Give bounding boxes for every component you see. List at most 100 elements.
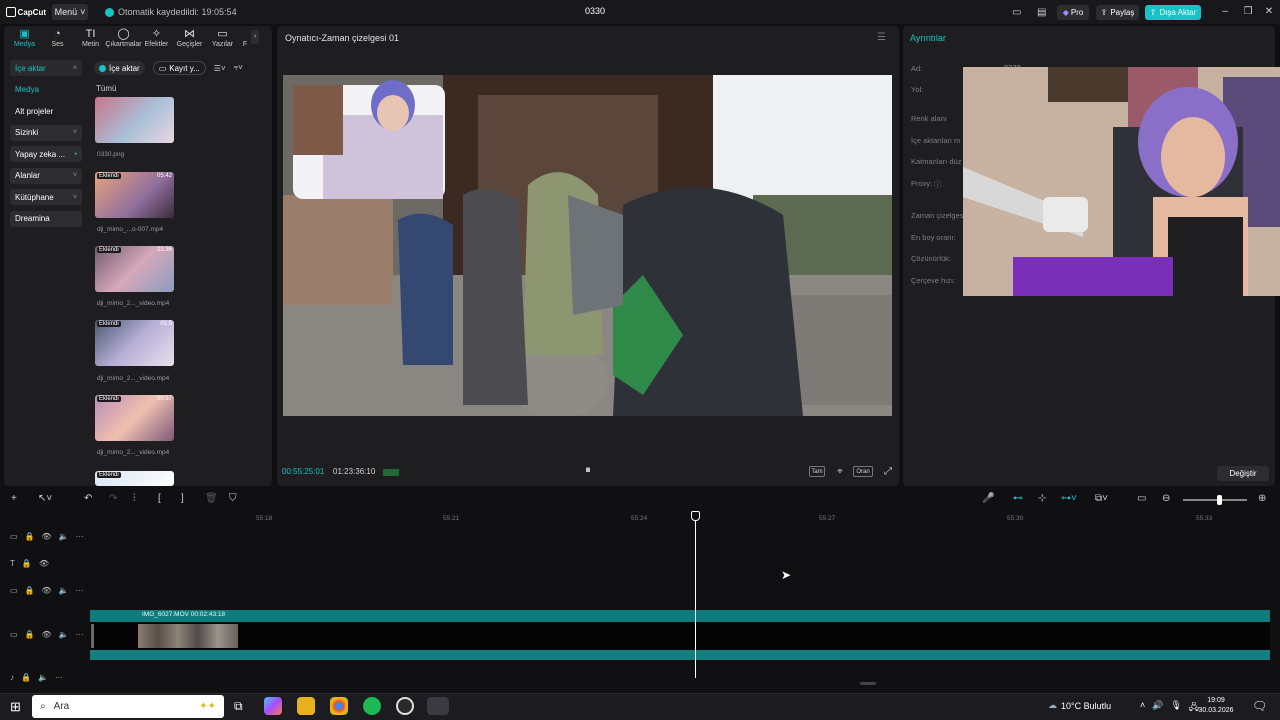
sidebar-item-yours[interactable]: Sizinki ˅ [10, 124, 82, 141]
eye-icon[interactable]: 👁 [42, 586, 52, 595]
speaker-icon[interactable]: 🔈 [38, 673, 48, 682]
eye-icon[interactable]: 👁 [42, 532, 52, 541]
microphone-icon[interactable]: 🎤 [982, 493, 994, 504]
clock[interactable]: 19:09 30.03.2026 [1196, 696, 1236, 716]
maximize-icon[interactable]: ❐ [1237, 4, 1259, 20]
tab-filters[interactable]: F [239, 26, 251, 52]
capcut-taskbar-icon[interactable] [427, 697, 449, 715]
playhead-handle[interactable] [691, 511, 700, 521]
undo-icon[interactable]: ↶ [84, 493, 92, 504]
main-track-icon[interactable]: ⊶˅ [1061, 493, 1077, 504]
windows-start-icon[interactable]: ⊞ [10, 699, 21, 715]
video-preview[interactable] [283, 75, 892, 416]
eye-icon[interactable]: 👁 [42, 630, 52, 639]
zoom-in-icon[interactable]: ⊕ [1258, 493, 1266, 504]
sidebar-item-subprojects[interactable]: Alt projeler [10, 103, 82, 119]
media-thumbnail[interactable]: Eklendi 01:5 [95, 320, 174, 366]
spotify-icon[interactable] [363, 697, 381, 715]
main-clip[interactable] [90, 622, 1270, 650]
main-clip-header[interactable] [90, 610, 1270, 622]
menu-button[interactable]: Menü ˅ [52, 4, 88, 20]
tab-media[interactable]: ▣ Medya [8, 26, 41, 52]
sidebar-item-dreamina[interactable]: Dreamina [10, 210, 82, 227]
pro-button[interactable]: ◆ Pro [1057, 5, 1089, 20]
zoom-slider[interactable] [1183, 499, 1247, 501]
zoom-slider-handle[interactable] [1217, 495, 1222, 505]
tab-effects[interactable]: ✧ Efektler [140, 26, 173, 52]
sidebar-item-library[interactable]: Kütüphane ˅ [10, 189, 82, 205]
chevron-up-icon[interactable]: ˄ [1140, 700, 1145, 716]
import-button[interactable]: İçe aktar [94, 61, 145, 75]
export-button[interactable]: ⇧ Dışa Aktar [1145, 5, 1201, 20]
horizontal-scrollbar[interactable] [860, 682, 876, 685]
redo-icon[interactable]: ↷ [109, 493, 117, 504]
delete-icon[interactable]: 🗑 [205, 493, 218, 504]
speaker-icon[interactable]: 🔈 [59, 586, 69, 595]
minimize-icon[interactable]: – [1214, 4, 1236, 20]
filter-icon[interactable]: ⫧˅ [234, 63, 243, 73]
tab-captions[interactable]: ▭ Yazılar [206, 26, 239, 52]
tab-stickers[interactable]: ◯ Çıkartmalar [105, 26, 141, 52]
more-icon[interactable]: ··· [55, 673, 63, 682]
playhead[interactable] [695, 512, 696, 678]
tab-transitions[interactable]: ⋈ Geçişler [173, 26, 206, 52]
preview-axis-icon[interactable]: ⧉˅ [1095, 493, 1108, 504]
caption-icon[interactable]: ▭ [1137, 493, 1146, 504]
focus-icon[interactable]: ⌖ [834, 466, 846, 477]
trim-right-icon[interactable]: ] [181, 493, 184, 504]
sidebar-item-import[interactable]: İçe aktar ˄ [10, 60, 82, 76]
file-explorer-icon[interactable] [297, 697, 315, 715]
more-icon[interactable]: ··· [76, 630, 84, 639]
lock-icon[interactable]: 🔒 [25, 630, 35, 639]
tabs-scroll-right-icon[interactable]: › [251, 30, 259, 44]
volume-icon[interactable]: 🔊 [1152, 700, 1163, 716]
media-thumbnail[interactable]: Eklendi 00:57 [95, 395, 174, 441]
share-button[interactable]: ⇪ Paylaş [1096, 5, 1139, 20]
split-icon[interactable]: ⫶ [133, 493, 136, 504]
media-thumbnail[interactable]: Eklendi 21:36 [95, 246, 174, 292]
obs-icon[interactable] [396, 697, 414, 715]
media-thumbnail[interactable]: Eklendi [95, 471, 174, 486]
lock-icon[interactable]: 🔒 [25, 532, 35, 541]
sidebar-item-media[interactable]: Medya [10, 82, 82, 98]
eye-icon[interactable]: 👁 [39, 559, 49, 568]
select-tool-icon[interactable]: ↖˅ [38, 493, 52, 504]
tab-text[interactable]: TI Metin [74, 26, 107, 52]
task-view-icon[interactable]: ⧉ [234, 699, 243, 714]
player-menu-icon[interactable]: ☰ [877, 32, 886, 43]
snap-icon[interactable]: ⊹ [1038, 493, 1046, 504]
more-icon[interactable]: ··· [76, 586, 84, 595]
trim-left-icon[interactable]: [ [158, 493, 161, 504]
sidebar-item-ai[interactable]: Yapay zeka ... • [10, 146, 82, 162]
change-button[interactable]: Değiştir [1217, 466, 1269, 481]
notification-icon[interactable]: 🗨 [1252, 699, 1267, 713]
sort-icon[interactable]: ☰˅ [214, 64, 226, 73]
sidebar-item-spaces[interactable]: Alanlar ˅ [10, 167, 82, 184]
lock-icon[interactable]: 🔒 [25, 586, 35, 595]
info-icon[interactable]: ⓘ [934, 179, 942, 190]
add-track-icon[interactable]: + [11, 493, 17, 504]
fullscreen-icon[interactable]: ⤢ [882, 466, 894, 477]
shortcuts-icon[interactable]: ▤ [1037, 5, 1046, 19]
ratio-button[interactable]: Oran [853, 466, 873, 477]
media-thumbnail[interactable]: Eklendi 05:42 [95, 172, 174, 218]
record-button[interactable]: ▭ Kayıt y... [152, 61, 206, 75]
media-thumbnail[interactable] [95, 97, 174, 143]
lock-icon[interactable]: 🔒 [22, 559, 32, 568]
more-icon[interactable]: ··· [76, 532, 84, 541]
chrome-icon[interactable] [330, 697, 348, 715]
link-clips-icon[interactable]: ⊷ [1013, 493, 1023, 504]
taskbar-search[interactable]: ⌕ Ara ✦✦ [32, 695, 224, 718]
lock-icon[interactable]: 🔒 [21, 673, 31, 682]
pause-button[interactable]: ⏸ [582, 464, 594, 478]
copilot-app-icon[interactable] [264, 697, 282, 715]
marker-icon[interactable]: ⛉ [229, 493, 237, 504]
close-icon[interactable]: ✕ [1258, 4, 1280, 20]
speaker-icon[interactable]: 🔈 [59, 630, 69, 639]
tab-audio[interactable]: ◔ Ses [41, 26, 74, 52]
microphone-icon[interactable]: 🎙 [1170, 700, 1181, 716]
full-quality-button[interactable]: Tam [809, 466, 825, 477]
speaker-icon[interactable]: 🔈 [59, 532, 69, 541]
weather-widget[interactable]: ☁ 10°C Bulutlu [1048, 700, 1111, 711]
zoom-out-icon[interactable]: ⊖ [1162, 493, 1170, 504]
